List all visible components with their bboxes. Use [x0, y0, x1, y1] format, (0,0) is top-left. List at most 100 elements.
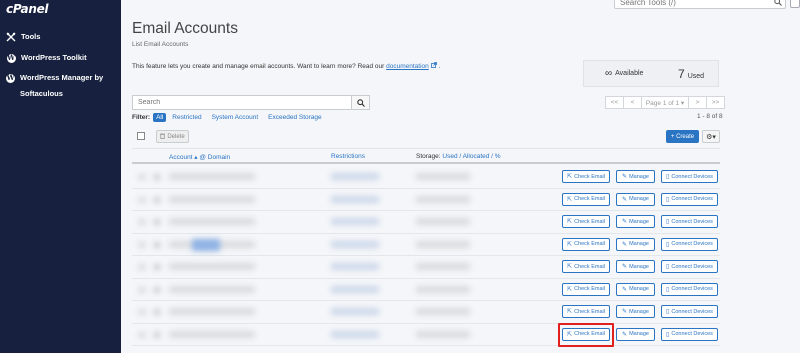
documentation-link[interactable]: documentation	[386, 63, 429, 70]
cpanel-logo[interactable]: cPanel	[6, 2, 49, 16]
next-page-button[interactable]: >	[688, 96, 707, 109]
connect-devices-label: Connect Devices	[671, 218, 713, 225]
create-button[interactable]: + Create	[666, 130, 699, 143]
check-email-button[interactable]: ⇱ Check Email	[562, 305, 610, 318]
storage-sort-links[interactable]: Used / Allocated / %	[442, 153, 500, 160]
check-email-button[interactable]: ⇱ Check Email	[562, 170, 610, 183]
redacted-restrictions	[331, 330, 379, 338]
connect-devices-label: Connect Devices	[671, 241, 713, 247]
manage-button[interactable]: ✎ Manage	[616, 237, 655, 251]
page-subtitle: List Email Accounts	[132, 41, 189, 48]
connect-devices-button[interactable]: ▯ Connect Devices	[661, 260, 718, 273]
sidebar-item-label: WordPress Manager by Softaculous	[20, 73, 104, 98]
manage-label: Manage	[629, 331, 649, 337]
external-link-icon: ⇱	[567, 241, 573, 248]
redacted-account	[169, 285, 255, 293]
row-checkbox[interactable]	[138, 174, 146, 180]
manage-button[interactable]: ✎ Manage	[616, 260, 655, 273]
delete-button[interactable]: Delete	[156, 130, 189, 143]
sidebar-item-tools[interactable]: Tools	[6, 29, 40, 45]
account-icon	[154, 174, 160, 180]
connect-devices-button[interactable]: ▯ Connect Devices	[661, 237, 718, 251]
sidebar-item-wordpress-manager[interactable]: W WordPress Manager by Softaculous	[6, 70, 118, 102]
manage-button[interactable]: ✎ Manage	[616, 282, 655, 296]
check-email-button[interactable]: ⇱ Check Email	[562, 260, 610, 273]
storage-prefix: Storage:	[416, 153, 443, 160]
connect-devices-label: Connect Devices	[671, 173, 713, 180]
filter-bar: Filter: All Restricted System Account Ex…	[132, 113, 332, 122]
last-page-button[interactable]: >>	[706, 96, 725, 109]
redacted-restrictions	[331, 308, 379, 315]
row-checkbox[interactable]	[138, 219, 146, 225]
used-label: Used	[687, 73, 705, 80]
wrench-icon: ✎	[622, 309, 628, 315]
table-header: Account ▴ @ Domain Restrictions Storage:…	[132, 148, 720, 164]
search-button[interactable]	[351, 96, 369, 109]
row-checkbox[interactable]	[138, 264, 146, 270]
account-icon	[154, 264, 160, 270]
connect-devices-button[interactable]: ▯ Connect Devices	[661, 305, 718, 318]
connect-devices-button[interactable]: ▯ Connect Devices	[661, 215, 718, 228]
email-search-field[interactable]	[132, 95, 370, 110]
manage-button[interactable]: ✎ Manage	[616, 305, 655, 318]
select-all-checkbox[interactable]	[137, 132, 145, 140]
redacted-storage	[416, 330, 470, 338]
external-link-icon: ⇱	[567, 286, 573, 293]
table-row: ⇱ Check Email ✎ Manage ▯ Connect Devices	[132, 211, 720, 234]
manage-button[interactable]: ✎ Manage	[616, 327, 655, 341]
filter-system-account[interactable]: System Account	[212, 114, 259, 121]
storage-column-header: Storage: Used / Allocated / %	[416, 153, 501, 160]
account-icon	[154, 331, 160, 338]
account-icon	[154, 309, 160, 315]
mobile-icon: ▯	[666, 219, 670, 225]
filter-restricted[interactable]: Restricted	[172, 114, 201, 121]
check-email-label: Check Email	[574, 308, 605, 315]
redacted-highlight	[192, 238, 220, 251]
settings-dropdown-button[interactable]: ⚙▾	[702, 130, 720, 143]
row-checkbox[interactable]	[138, 286, 146, 293]
connect-devices-label: Connect Devices	[671, 263, 713, 270]
mobile-icon: ▯	[666, 174, 670, 180]
manage-label: Manage	[629, 218, 649, 225]
row-checkbox[interactable]	[138, 241, 146, 248]
row-checkbox[interactable]	[138, 309, 146, 315]
results-count: 1 - 8 of 8	[697, 113, 723, 120]
external-link-icon: ⇱	[567, 264, 573, 270]
manage-button[interactable]: ✎ Manage	[616, 192, 655, 206]
first-page-button[interactable]: <<	[605, 96, 624, 109]
filter-all[interactable]: All	[153, 113, 167, 122]
mobile-icon: ▯	[666, 264, 670, 270]
redacted-account	[169, 195, 255, 203]
restrictions-column-header[interactable]: Restrictions	[331, 153, 365, 160]
connect-devices-button[interactable]: ▯ Connect Devices	[661, 192, 718, 206]
wrench-icon: ✎	[622, 241, 628, 248]
table-row: ⇱ Check Email ✎ Manage ▯ Connect Devices	[132, 166, 720, 189]
check-email-button[interactable]: ⇱ Check Email	[562, 192, 610, 206]
manage-button[interactable]: ✎ Manage	[616, 215, 655, 228]
check-email-button[interactable]: ⇱ Check Email	[562, 282, 610, 296]
connect-devices-button[interactable]: ▯ Connect Devices	[661, 170, 718, 183]
prev-page-button[interactable]: <	[623, 96, 642, 109]
account-column-header[interactable]: Account ▴ @ Domain	[169, 153, 230, 161]
row-checkbox[interactable]	[138, 331, 146, 338]
page-select[interactable]: Page 1 of 1 ▾	[641, 96, 689, 109]
manage-button[interactable]: ✎ Manage	[616, 170, 655, 183]
email-search-input[interactable]	[133, 96, 351, 109]
sidebar-item-label: WordPress Toolkit	[21, 53, 87, 62]
check-email-button[interactable]: ⇱ Check Email	[562, 215, 610, 228]
redacted-account	[169, 330, 255, 338]
row-checkbox[interactable]	[138, 196, 146, 203]
manage-label: Manage	[629, 196, 649, 202]
filter-exceeded-storage[interactable]: Exceeded Storage	[268, 114, 321, 121]
connect-devices-button[interactable]: ▯ Connect Devices	[661, 282, 718, 296]
mobile-icon: ▯	[666, 286, 670, 293]
sidebar-item-wordpress-toolkit[interactable]: W WordPress Toolkit	[6, 50, 87, 66]
table-row: ⇱ Check Email ✎ Manage ▯ Connect Devices	[132, 279, 720, 301]
infinity-icon: ∞	[605, 68, 613, 79]
used-stat: 7 Used	[678, 67, 704, 81]
manage-label: Manage	[629, 173, 649, 180]
connect-devices-button[interactable]: ▯ Connect Devices	[661, 327, 718, 341]
info-description: This feature lets you create and manage …	[132, 63, 385, 70]
highlight-box	[558, 323, 614, 347]
check-email-button[interactable]: ⇱ Check Email	[562, 237, 610, 251]
